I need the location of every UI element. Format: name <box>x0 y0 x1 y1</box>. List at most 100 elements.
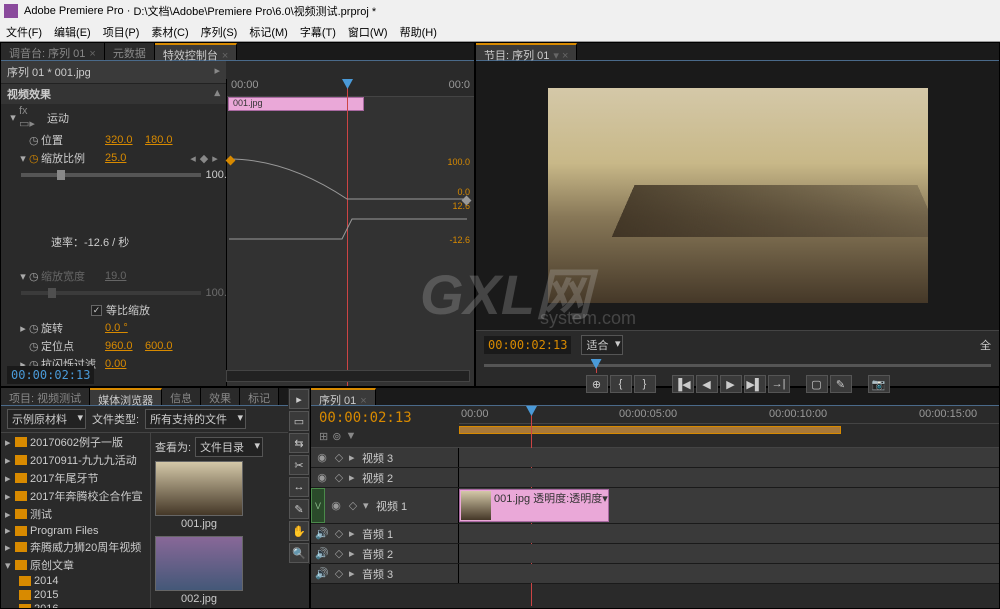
extract-button[interactable]: ✎ <box>830 375 852 393</box>
twirl-track[interactable]: ▸ <box>349 547 359 560</box>
pen-tool[interactable]: ✎ <box>289 499 309 519</box>
track-a2-content[interactable] <box>459 544 999 563</box>
fit-dropdown[interactable]: 适合 <box>581 335 623 355</box>
prev-keyframe-icon[interactable]: ◂ <box>188 152 198 165</box>
menu-sequence[interactable]: 序列(S) <box>195 24 244 40</box>
program-viewer[interactable] <box>476 61 999 330</box>
timeline-ruler[interactable]: 00:00 00:00:05:00 00:00:10:00 00:00:15:0… <box>459 406 999 424</box>
tab-program[interactable]: 节目: 序列 01▾ × <box>476 43 577 60</box>
export-frame-button[interactable]: 📷 <box>868 375 890 393</box>
twirl-scalewidth[interactable]: ▾ <box>17 270 29 283</box>
twirl-track[interactable]: ▸ <box>349 451 359 464</box>
menu-window[interactable]: 窗口(W) <box>342 24 394 40</box>
play-button[interactable]: ▶ <box>720 375 742 393</box>
step-back-button[interactable]: ◀ <box>696 375 718 393</box>
twirl-track[interactable]: ▸ <box>349 471 359 484</box>
eye-icon[interactable]: ◉ <box>315 471 329 484</box>
track-v2-content[interactable] <box>459 468 999 487</box>
tab-project[interactable]: 项目: 视频测试 <box>1 388 90 405</box>
track-v1-content[interactable]: 001.jpg 透明度:透明度▾ <box>459 488 999 523</box>
timeline-workbar[interactable] <box>459 424 999 434</box>
bin-dropdown[interactable]: 示例原材料 <box>7 409 86 429</box>
track-a2-label[interactable]: 音频 2 <box>362 546 454 562</box>
keyframe-graph[interactable]: 00:00 00:0 001.jpg 100.0 0.0 12.6 -12.6 <box>226 79 474 387</box>
snap-icon[interactable]: ⊞ <box>319 430 328 443</box>
stopwatch-icon[interactable]: ◷ <box>29 134 41 147</box>
program-scrubber[interactable] <box>484 359 991 373</box>
stopwatch-scale-icon[interactable]: ◷ <box>29 152 41 165</box>
lift-button[interactable]: ▢ <box>806 375 828 393</box>
twirl-track[interactable]: ▾ <box>363 499 373 512</box>
marker-icon[interactable]: ▼ <box>345 430 356 443</box>
menu-project[interactable]: 项目(P) <box>97 24 146 40</box>
ec-timecode[interactable]: 00:00:02:13 <box>7 366 94 384</box>
goto-out-button[interactable]: →| <box>768 375 790 393</box>
graph-clip-bar[interactable]: 001.jpg <box>228 97 364 111</box>
zoom-tool[interactable]: 🔍 <box>289 543 309 563</box>
folder-tree[interactable]: ▸20170602例子一版 ▸20170911-九九九活动 ▸2017年尾牙节 … <box>1 433 151 609</box>
twirl-scale[interactable]: ▾ <box>17 152 29 165</box>
chevron-up-icon[interactable]: ▴ <box>214 86 220 102</box>
stopwatch-icon[interactable]: ◷ <box>29 322 41 335</box>
in-point-button[interactable]: { <box>610 375 632 393</box>
stopwatch-icon[interactable]: ◷ <box>29 270 41 283</box>
anchor-y[interactable]: 600.0 <box>145 340 181 352</box>
tab-effects[interactable]: 效果 <box>201 388 240 405</box>
scale-slider[interactable]: 100.0 <box>21 173 201 177</box>
tab-info[interactable]: 信息 <box>162 388 201 405</box>
step-fwd-button[interactable]: ▶▌ <box>744 375 766 393</box>
track-v3-label[interactable]: 视频 3 <box>362 450 454 466</box>
twirl-track[interactable]: ▸ <box>349 567 359 580</box>
link-icon[interactable]: ⊚ <box>332 430 341 443</box>
tab-sequence[interactable]: 序列 01× <box>311 388 376 405</box>
tab-markers[interactable]: 标记 <box>240 388 279 405</box>
twirl-motion[interactable]: ▾ <box>7 111 19 124</box>
ripple-tool[interactable]: ⇆ <box>289 433 309 453</box>
menu-clip[interactable]: 素材(C) <box>145 24 194 40</box>
menu-file[interactable]: 文件(F) <box>0 24 48 40</box>
full-quality[interactable]: 全 <box>980 337 991 353</box>
marker-button[interactable]: ⊕ <box>586 375 608 393</box>
track-a3-label[interactable]: 音频 3 <box>362 566 454 582</box>
tab-metadata[interactable]: 元数据 <box>105 43 155 60</box>
toggle-timeline-icon[interactable]: ▸ <box>214 64 220 80</box>
track-v2-label[interactable]: 视频 2 <box>362 470 454 486</box>
rotation-value[interactable]: 0.0 ° <box>105 322 141 334</box>
tab-effect-controls[interactable]: 特效控制台× <box>155 43 237 60</box>
sync-lock-v[interactable]: V <box>311 488 325 523</box>
track-v3-content[interactable] <box>459 448 999 467</box>
speaker-icon[interactable]: 🔊 <box>315 547 329 560</box>
speaker-icon[interactable]: 🔊 <box>315 567 329 580</box>
menu-title[interactable]: 字幕(T) <box>294 24 342 40</box>
next-keyframe-icon[interactable]: ▸ <box>210 152 220 165</box>
antiflicker-value[interactable]: 0.00 <box>105 358 141 370</box>
razor-tool[interactable]: ✂ <box>289 455 309 475</box>
thumb-001[interactable]: 001.jpg <box>155 461 243 530</box>
slip-tool[interactable]: ↔ <box>289 477 309 497</box>
twirl-track[interactable]: ▸ <box>349 527 359 540</box>
track-select-tool[interactable]: ▭ <box>289 411 309 431</box>
tab-audio-mixer[interactable]: 调音台: 序列 01× <box>1 43 105 60</box>
menu-marker[interactable]: 标记(M) <box>243 24 294 40</box>
position-x[interactable]: 320.0 <box>105 134 141 146</box>
scale-value[interactable]: 25.0 <box>105 152 141 164</box>
menu-help[interactable]: 帮助(H) <box>394 24 443 40</box>
stopwatch-icon[interactable]: ◷ <box>29 340 41 353</box>
anchor-x[interactable]: 960.0 <box>105 340 141 352</box>
thumb-002[interactable]: 002.jpg <box>155 536 243 605</box>
twirl-rotation[interactable]: ▸ <box>17 322 29 335</box>
tab-media-browser[interactable]: 媒体浏览器 <box>90 388 162 405</box>
add-keyframe-icon[interactable]: ◆ <box>199 152 209 165</box>
graph-scrollbar[interactable] <box>226 370 470 382</box>
hand-tool[interactable]: ✋ <box>289 521 309 541</box>
track-a1-label[interactable]: 音频 1 <box>362 526 454 542</box>
close-icon[interactable]: × <box>89 48 95 60</box>
uniform-scale-checkbox[interactable] <box>91 305 102 316</box>
video-effects-header[interactable]: 视频效果 <box>7 86 51 102</box>
track-a3-content[interactable] <box>459 564 999 583</box>
selection-tool[interactable]: ▸ <box>289 389 309 409</box>
goto-in-button[interactable]: ▐◀ <box>672 375 694 393</box>
motion-label[interactable]: 运动 <box>47 110 107 126</box>
program-playhead[interactable] <box>596 359 597 373</box>
speaker-icon[interactable]: 🔊 <box>315 527 329 540</box>
